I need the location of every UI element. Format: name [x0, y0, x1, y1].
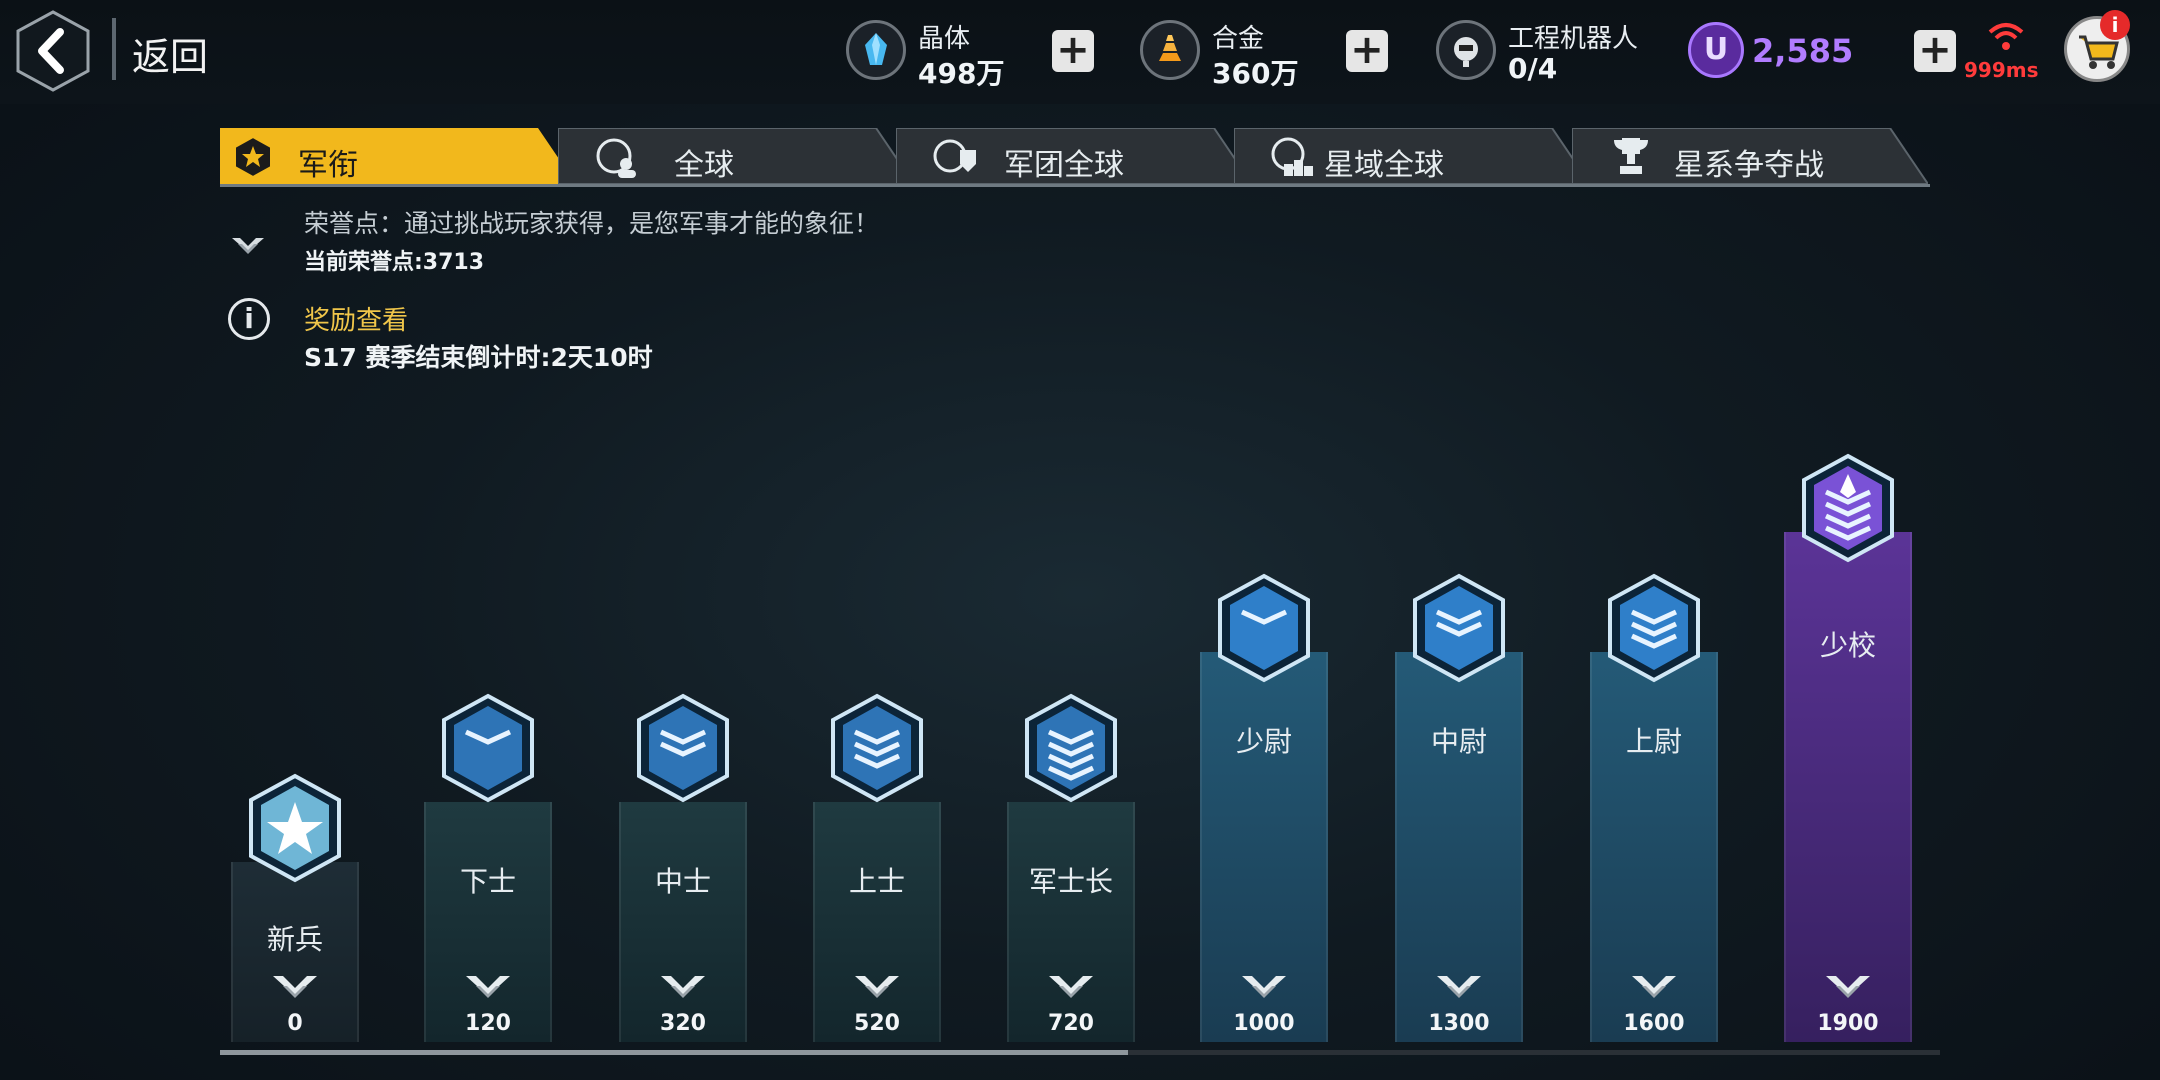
tab-rank[interactable]: 军衔 — [220, 128, 576, 184]
back-button[interactable] — [14, 10, 92, 92]
tab-galaxy-global[interactable]: 星域全球 — [1234, 128, 1590, 184]
resource-crystal: 晶体 498万 — [846, 12, 1026, 92]
rank-star-icon — [234, 135, 272, 179]
rank-band — [813, 802, 941, 1042]
rank-name: 中尉 — [1430, 725, 1487, 758]
currency-value: 2,585 — [1752, 32, 1854, 70]
rank-badge-icon — [831, 693, 923, 803]
rank-name: 新兵 — [266, 923, 323, 956]
notification-badge: i — [2100, 10, 2130, 40]
honor-wings-icon — [1437, 976, 1481, 998]
rank-badge-icon — [1608, 573, 1700, 683]
rank-band — [1784, 532, 1912, 1042]
rank-column[interactable]: 上士 520 — [807, 692, 947, 1042]
trophy-icon — [1614, 138, 1648, 174]
rank-name: 下士 — [459, 865, 516, 898]
honor-wings-icon — [273, 976, 317, 998]
current-honor: 当前荣誉点:3713 — [304, 250, 485, 275]
info-icon[interactable]: i — [228, 298, 270, 340]
rank-name: 军士长 — [1028, 865, 1113, 898]
rank-badge-icon — [1218, 573, 1310, 683]
rank-name: 中士 — [654, 865, 711, 898]
rank-column[interactable]: 少校 1900 — [1778, 452, 1918, 1042]
rank-badge-icon — [1413, 573, 1505, 683]
rank-band — [619, 802, 747, 1042]
rank-column[interactable]: 新兵 0 — [225, 772, 365, 1042]
rank-band — [1007, 802, 1135, 1042]
rank-column[interactable]: 军士长 720 — [1001, 692, 1141, 1042]
add-alloy-button[interactable]: + — [1346, 30, 1388, 72]
rank-column[interactable]: 下士 120 — [418, 692, 558, 1042]
honor-wings-icon — [1242, 976, 1286, 998]
legion-globe-icon — [933, 139, 976, 173]
rank-points: 320 — [660, 1011, 706, 1036]
rank-badge-icon — [1025, 693, 1117, 803]
season-countdown: S17 赛季结束倒计时:2天10时 — [304, 343, 653, 372]
rank-badge-icon — [1802, 453, 1894, 563]
rank-points: 0 — [287, 1011, 303, 1036]
rank-name: 上尉 — [1625, 725, 1682, 758]
rank-points: 1600 — [1623, 1011, 1685, 1036]
rank-column[interactable]: 中士 320 — [613, 692, 753, 1042]
rank-column[interactable]: 中尉 1300 — [1389, 572, 1529, 1042]
honor-description: 荣誉点：通过挑战玩家获得，是您军事才能的象征！ — [304, 209, 880, 238]
back-label[interactable]: 返回 — [132, 26, 208, 81]
rank-band — [424, 802, 552, 1042]
alloy-icon — [1140, 20, 1200, 80]
rank-points: 120 — [465, 1011, 511, 1036]
leaderboard-tabs: 军衔 全球 军团全球 星域全球 星系争夺战 — [220, 128, 1930, 188]
header-divider — [112, 18, 116, 80]
honor-wings-icon — [1826, 976, 1870, 998]
rank-points: 1900 — [1817, 1011, 1879, 1036]
tab-legion-global[interactable]: 军团全球 — [896, 128, 1252, 184]
tab-global[interactable]: 全球 — [558, 128, 914, 184]
honor-wings-icon — [232, 238, 264, 254]
resource-alloy: 合金 360万 — [1140, 12, 1320, 92]
rank-badge-icon — [637, 693, 729, 803]
rank-badge-icon — [442, 693, 534, 803]
robot-icon — [1436, 20, 1496, 80]
tabs-underline — [220, 184, 1930, 187]
rank-name: 少尉 — [1235, 725, 1292, 758]
globe-user-icon — [596, 138, 636, 178]
honor-wings-icon — [466, 976, 510, 998]
crystal-icon — [846, 20, 906, 80]
scrollbar-thumb[interactable] — [220, 1050, 1128, 1055]
rank-points: 720 — [1048, 1011, 1094, 1036]
recruit-star-badge-icon — [249, 773, 341, 883]
ping-indicator: 999ms — [1964, 58, 2039, 82]
rank-points: 520 — [854, 1011, 900, 1036]
honor-wings-icon — [1049, 976, 1093, 998]
honor-wings-icon — [855, 976, 899, 998]
add-currency-button[interactable]: + — [1914, 30, 1956, 72]
add-crystal-button[interactable]: + — [1052, 30, 1094, 72]
reward-view-link[interactable]: 奖励查看 — [304, 300, 408, 337]
rank-name: 上士 — [848, 865, 905, 898]
resource-robot: 工程机器人 0/4 — [1436, 12, 1666, 92]
currency-icon: U — [1688, 22, 1744, 78]
rank-points: 1000 — [1233, 1011, 1295, 1036]
galaxy-podium-icon — [1271, 137, 1313, 176]
tab-galaxy-war[interactable]: 星系争夺战 — [1572, 128, 1928, 184]
wifi-icon — [1988, 23, 2024, 50]
rank-column[interactable]: 上尉 1600 — [1584, 572, 1724, 1042]
honor-wings-icon — [1632, 976, 1676, 998]
rank-name: 少校 — [1819, 629, 1876, 662]
rank-points: 1300 — [1428, 1011, 1490, 1036]
rank-column[interactable]: 少尉 1000 — [1194, 572, 1334, 1042]
honor-wings-icon — [661, 976, 705, 998]
